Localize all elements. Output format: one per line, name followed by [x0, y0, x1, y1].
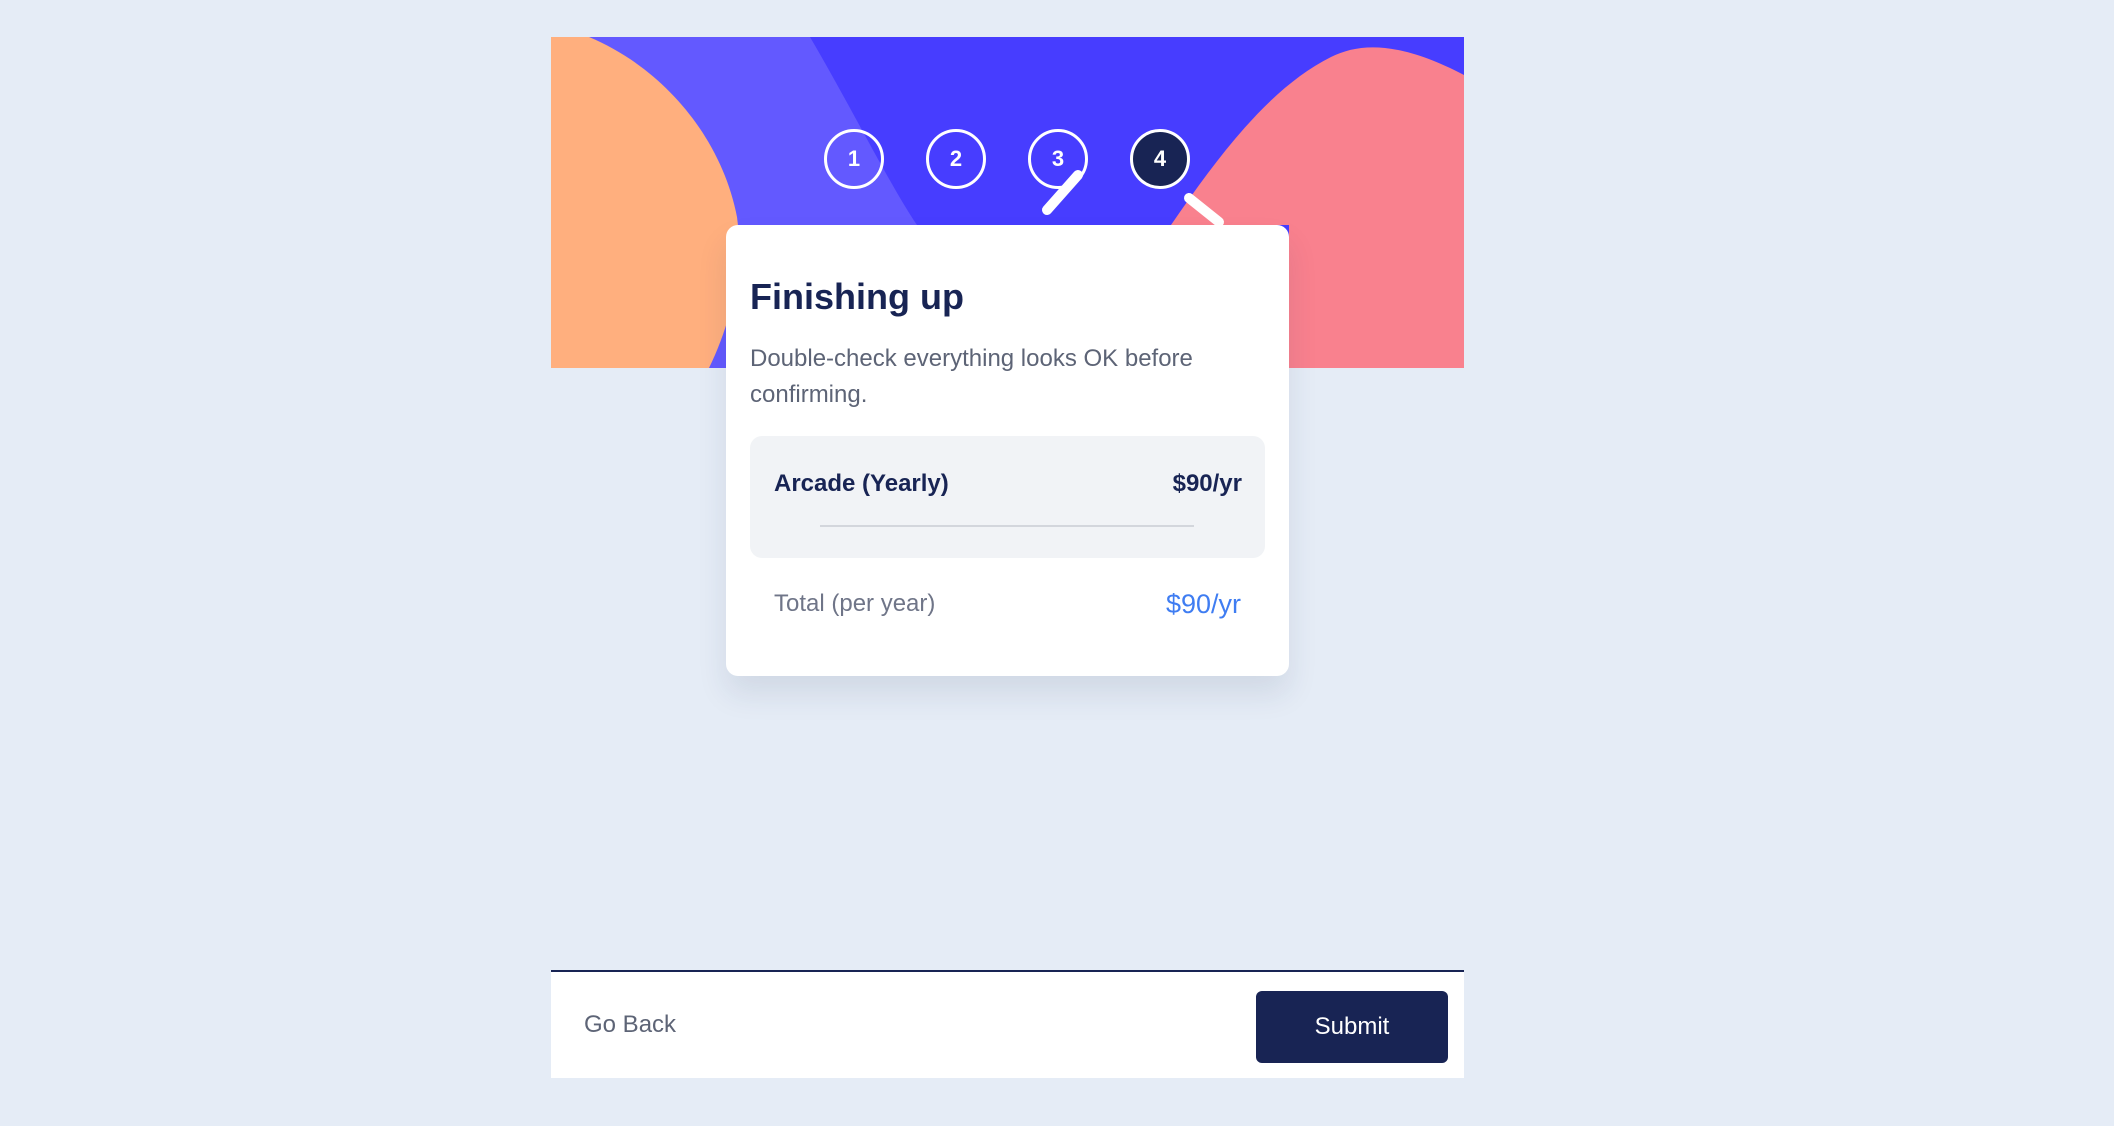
go-back-button[interactable]: Go Back: [584, 1011, 676, 1039]
step-1-button[interactable]: 1: [824, 129, 884, 189]
selected-plan-name: Arcade (Yearly): [774, 470, 949, 497]
selected-plan-price: $90/yr: [1172, 470, 1242, 497]
page-subtitle: Double-check everything looks OK before …: [750, 345, 1193, 408]
total-price: $90/yr: [1165, 589, 1241, 619]
submit-button[interactable]: Submit: [1256, 991, 1448, 1063]
total-label: Total (per year): [774, 590, 936, 617]
order-summary: Arcade (Yearly) $90/yr: [750, 436, 1265, 558]
summary-divider: [820, 525, 1194, 527]
page-title: Finishing up: [750, 276, 964, 317]
step-3-button[interactable]: 3: [1028, 129, 1088, 189]
stepper: 1 2 3 4: [551, 129, 1464, 189]
step-2-button[interactable]: 2: [926, 129, 986, 189]
finishing-up-card: Finishing up Double-check everything loo…: [726, 225, 1289, 676]
total-row: Total (per year) $90/yr: [750, 558, 1265, 654]
step-4-button[interactable]: 4: [1130, 129, 1190, 189]
multi-step-form: 1 2 3 4 Finishing up Double-check everyt…: [551, 37, 1464, 1078]
form-footer: Go Back Submit: [551, 970, 1464, 1078]
